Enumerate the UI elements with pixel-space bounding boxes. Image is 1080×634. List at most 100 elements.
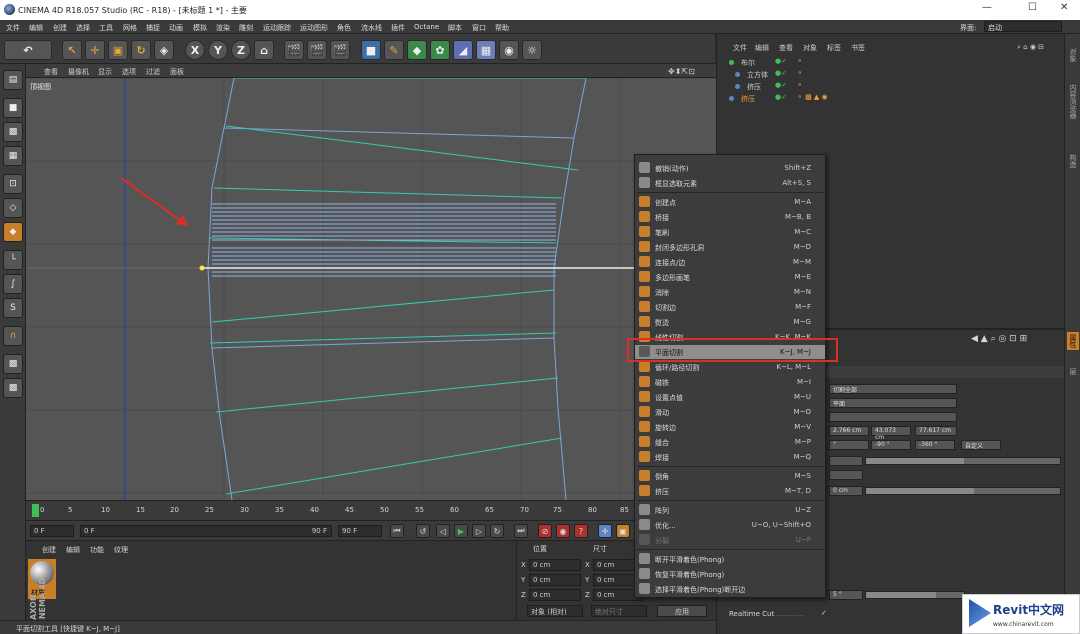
frame-range-slider[interactable]: 0 F 90 F bbox=[80, 525, 332, 537]
menu-item-split[interactable]: 分裂 U~P bbox=[635, 533, 825, 547]
object-row-boole[interactable]: 布尔 ●✓ ⚬ bbox=[721, 56, 1061, 68]
points-mode-button[interactable]: ⊡ bbox=[3, 174, 23, 194]
menu-item-spin-edge[interactable]: 旋转边 M~V bbox=[635, 420, 825, 434]
menu-edit[interactable]: 编辑 bbox=[29, 23, 43, 33]
custom-select[interactable]: 自定义 bbox=[961, 440, 1001, 450]
scale-tool-button[interactable]: ▣ bbox=[108, 40, 128, 60]
om-menu-object[interactable]: 对象 bbox=[803, 43, 817, 53]
om-menu-edit[interactable]: 编辑 bbox=[755, 43, 769, 53]
menu-script[interactable]: 脚本 bbox=[448, 23, 462, 33]
viewport-menu-panel[interactable]: 面板 bbox=[170, 67, 184, 77]
visibility-check-icon[interactable]: ●✓ bbox=[775, 57, 787, 65]
key-position-button[interactable]: ✛ bbox=[598, 524, 612, 538]
select-tool-button[interactable]: ↖ bbox=[62, 40, 82, 60]
maximize-icon[interactable]: ☐ bbox=[1028, 2, 1037, 13]
menu-window[interactable]: 窗口 bbox=[472, 23, 486, 33]
viewport-nav-icon[interactable]: ✥⬍⇱⊡ bbox=[668, 67, 695, 76]
om-menu-tag[interactable]: 标签 bbox=[827, 43, 841, 53]
keyframe-selection-button[interactable]: ? bbox=[574, 524, 588, 538]
axis-mode-button[interactable]: └ bbox=[3, 250, 23, 270]
coord-system-button[interactable]: ⌂ bbox=[254, 40, 274, 60]
menu-item-connect[interactable]: 连接点/边 M~M bbox=[635, 255, 825, 269]
menu-simulate[interactable]: 模拟 bbox=[193, 23, 207, 33]
menu-octane[interactable]: Octane bbox=[414, 23, 439, 31]
menu-item-set-point-value[interactable]: 设置点值 M~U bbox=[635, 390, 825, 404]
visibility-check-icon[interactable]: ●✓ bbox=[775, 81, 787, 89]
grid-button[interactable]: ▩ bbox=[3, 378, 23, 398]
plane-axis-select[interactable] bbox=[829, 412, 957, 422]
apply-button[interactable]: 应用 bbox=[657, 605, 707, 617]
snap-button[interactable]: S bbox=[3, 298, 23, 318]
render-view-button[interactable]: 🎬 bbox=[284, 40, 304, 60]
minimize-icon[interactable]: — bbox=[982, 2, 992, 13]
pos-z-input[interactable]: 77.617 cm bbox=[915, 426, 957, 436]
rotate-tool-button[interactable]: ↻ bbox=[131, 40, 151, 60]
slices-slider[interactable] bbox=[865, 457, 1061, 465]
pos-x-field[interactable]: 0 cm bbox=[529, 559, 581, 571]
light-button[interactable]: ☼ bbox=[522, 40, 542, 60]
goto-start-button[interactable]: ⏮ bbox=[390, 524, 404, 538]
menu-select[interactable]: 选择 bbox=[76, 23, 90, 33]
model-mode-button[interactable]: ■ bbox=[3, 98, 23, 118]
material-tab-texture[interactable]: 纹理 bbox=[114, 545, 128, 555]
cube-button[interactable]: ■ bbox=[361, 40, 381, 60]
visibility-check-icon[interactable]: ●✓ bbox=[775, 93, 787, 101]
next-key-button[interactable]: ↻ bbox=[490, 524, 504, 538]
pos-y-field[interactable]: 0 cm bbox=[529, 574, 581, 586]
spacing-input[interactable] bbox=[829, 470, 863, 480]
realtime-cut-checkbox[interactable]: ✓ bbox=[821, 609, 827, 617]
make-editable-button[interactable]: ▤ bbox=[3, 70, 23, 90]
cut-mode-select[interactable]: 切割全部 bbox=[829, 384, 957, 394]
menu-item-slide[interactable]: 滑动 M~O bbox=[635, 405, 825, 419]
size-mode-select[interactable]: 绝对尺寸 bbox=[591, 605, 647, 617]
tweak-mode-button[interactable]: ∫ bbox=[3, 274, 23, 294]
side-tab-attributes[interactable]: 属性 bbox=[1067, 332, 1079, 350]
menu-item-stitch[interactable]: 缝合 M~P bbox=[635, 435, 825, 449]
rot-b-input[interactable]: -360 ° bbox=[915, 440, 955, 450]
deformer-button[interactable]: ◢ bbox=[453, 40, 473, 60]
material-tab-edit[interactable]: 编辑 bbox=[66, 545, 80, 555]
viewport-menu-view[interactable]: 查看 bbox=[44, 67, 58, 77]
workplane-button[interactable]: ▦ bbox=[3, 146, 23, 166]
om-menu-bookmark[interactable]: 书签 bbox=[851, 43, 865, 53]
x-axis-button[interactable]: X bbox=[185, 40, 205, 60]
pen-button[interactable]: ✎ bbox=[384, 40, 404, 60]
menu-item-bridge[interactable]: 桥接 M~B, B bbox=[635, 210, 825, 224]
viewport-menu-display[interactable]: 显示 bbox=[98, 67, 112, 77]
angle-slider[interactable] bbox=[865, 591, 965, 599]
coord-tab-size[interactable]: 尺寸 bbox=[593, 544, 607, 554]
timeline-ruler[interactable]: 0 5 10 15 20 25 30 35 40 45 50 55 60 65 … bbox=[26, 500, 716, 520]
edges-mode-button[interactable]: ◇ bbox=[3, 198, 23, 218]
material-tab-function[interactable]: 功能 bbox=[90, 545, 104, 555]
magnet-button[interactable]: ∩ bbox=[3, 326, 23, 346]
menu-item-select-phong-edges[interactable]: 选择平滑着色(Phong)断开边 bbox=[635, 582, 825, 596]
next-frame-button[interactable]: ▷ bbox=[472, 524, 486, 538]
object-row-cube[interactable]: 立方体 ●✓ ⚬ bbox=[721, 68, 1061, 80]
prev-frame-button[interactable]: ◁ bbox=[436, 524, 450, 538]
menu-item-brush[interactable]: 笔刷 M~C bbox=[635, 225, 825, 239]
object-row-extrude[interactable]: 挤压 ●✓ ⚬ ▩ ▲ ◉ bbox=[721, 92, 1061, 104]
texture-mode-button[interactable]: ▩ bbox=[3, 122, 23, 142]
play-button[interactable]: ▶ bbox=[454, 524, 468, 538]
coord-tab-position[interactable]: 位置 bbox=[533, 544, 547, 554]
playhead[interactable] bbox=[32, 504, 39, 517]
viewport-menu-camera[interactable]: 摄像机 bbox=[68, 67, 89, 77]
attr-nav-icon[interactable]: ◀ ▲ ⌕ ◎ ⊡ ⊞ bbox=[971, 334, 1027, 344]
menu-mesh[interactable]: 网格 bbox=[123, 23, 137, 33]
menu-snap[interactable]: 捕捉 bbox=[146, 23, 160, 33]
angle-input[interactable]: 5 ° bbox=[829, 590, 863, 600]
pos-x-input[interactable]: 2.766 cm bbox=[829, 426, 869, 436]
menu-mograph[interactable]: 运动图形 bbox=[300, 23, 328, 33]
layout-select[interactable]: 启动 bbox=[984, 21, 1062, 32]
viewport-menu-filter[interactable]: 过滤 bbox=[146, 67, 160, 77]
array-button[interactable]: ✿ bbox=[430, 40, 450, 60]
rot-h-input[interactable]: ° bbox=[829, 440, 869, 450]
y-axis-button[interactable]: Y bbox=[208, 40, 228, 60]
render-picture-button[interactable]: 🎬 bbox=[307, 40, 327, 60]
pos-z-field[interactable]: 0 cm bbox=[529, 589, 581, 601]
menu-animate[interactable]: 动画 bbox=[169, 23, 183, 33]
om-search-icon[interactable]: ⌕ ⌂ ◉ ⊟ bbox=[1017, 43, 1044, 52]
offset-input[interactable]: 0 cm bbox=[829, 486, 863, 496]
side-tab-layers[interactable]: 层 bbox=[1068, 368, 1078, 375]
visibility-check-icon[interactable]: ●✓ bbox=[775, 69, 787, 77]
